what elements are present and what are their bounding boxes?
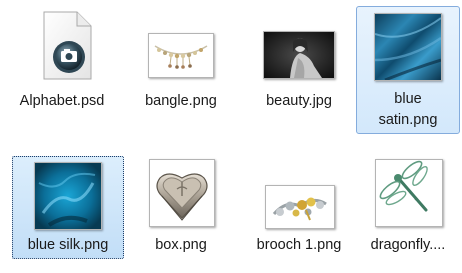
- file-name: blue silk.png: [27, 237, 109, 253]
- file-name: beauty.jpg: [266, 93, 332, 109]
- dragonfly-thumbnail: [375, 159, 443, 227]
- box-thumbnail: [149, 159, 215, 227]
- file-name: Alphabet.psd: [19, 93, 105, 109]
- file-item-dragonfly[interactable]: dragonfly....: [356, 156, 460, 259]
- bangle-thumbnail: [148, 33, 214, 78]
- psd-document-icon: [41, 11, 93, 81]
- file-view: Alphabet.psd bangle.png beauty.jpg blue …: [0, 0, 462, 273]
- file-item-brooch-1-png[interactable]: brooch 1.png: [244, 156, 354, 259]
- file-item-box-png[interactable]: box.png: [129, 156, 233, 259]
- file-name: brooch 1.png: [256, 237, 342, 253]
- file-item-bangle-png[interactable]: bangle.png: [129, 6, 233, 128]
- file-name: bangle.png: [145, 93, 217, 109]
- blue-silk-thumbnail: [34, 162, 102, 230]
- beauty-thumbnail: [263, 31, 335, 79]
- file-item-beauty-jpg[interactable]: beauty.jpg: [247, 6, 351, 128]
- file-item-blue-satin-png[interactable]: blue satin.png: [356, 6, 460, 134]
- file-name: blue satin.png: [378, 91, 438, 128]
- file-item-alphabet-psd[interactable]: Alphabet.psd: [10, 6, 114, 128]
- blue-satin-thumbnail: [374, 13, 442, 81]
- file-name: dragonfly....: [370, 237, 446, 253]
- file-name: box.png: [155, 237, 207, 253]
- brooch-thumbnail: [265, 185, 335, 229]
- file-item-blue-silk-png[interactable]: blue silk.png: [12, 156, 124, 259]
